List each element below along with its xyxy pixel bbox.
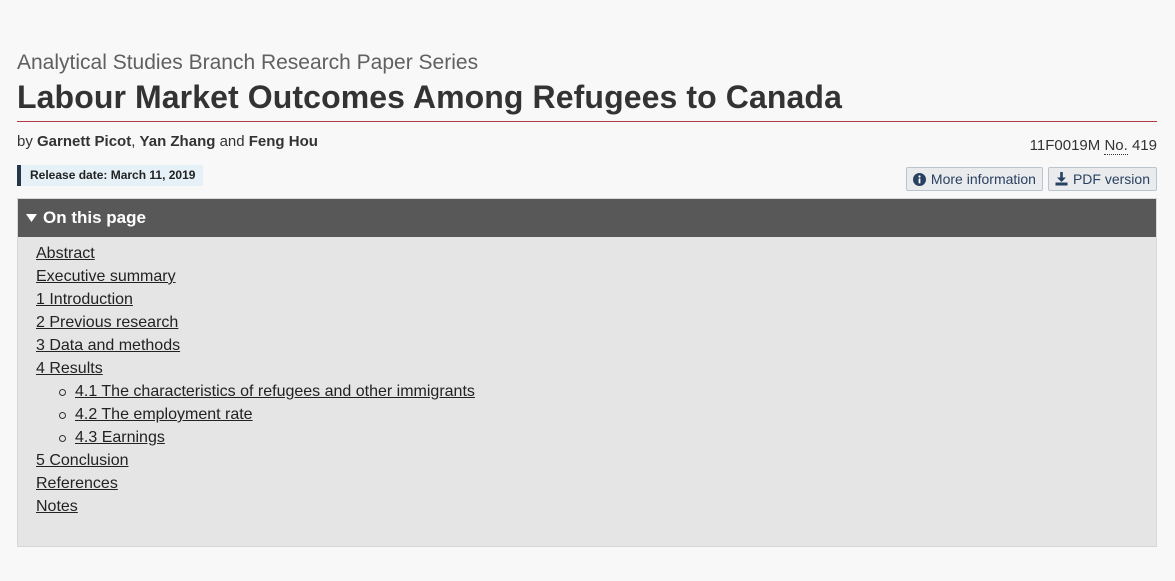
toc-link-results[interactable]: 4 Results <box>36 360 103 377</box>
catalogue-number: 11F0019M No. 419 <box>1030 136 1157 156</box>
catalogue-no-label: No. <box>1104 137 1128 155</box>
toc-sublist: 4.1 The characteristics of refugees and … <box>36 380 1156 449</box>
toc-link-data-and-methods[interactable]: 3 Data and methods <box>36 337 180 354</box>
byline-sep-2: and <box>219 133 245 150</box>
title-divider <box>17 121 1157 122</box>
toc-link-references[interactable]: References <box>36 475 118 492</box>
toc-link-characteristics[interactable]: 4.1 The characteristics of refugees and … <box>75 383 475 400</box>
triangle-down-icon <box>26 199 37 237</box>
toc-item: 3 Data and methods <box>36 334 1156 357</box>
more-information-button[interactable]: More information <box>905 167 1043 191</box>
toc-item: Abstract <box>36 242 1156 265</box>
page: Analytical Studies Branch Research Paper… <box>0 0 1175 581</box>
action-buttons: More information PDF version <box>905 167 1157 191</box>
toc-list: Abstract Executive summary 1 Introductio… <box>18 237 1156 518</box>
toc-subitem: 4.2 The employment rate <box>59 403 1156 426</box>
circle-bullet-icon <box>59 412 66 419</box>
toc-link-conclusion[interactable]: 5 Conclusion <box>36 452 129 469</box>
toc-link-earnings[interactable]: 4.3 Earnings <box>75 429 165 446</box>
toc-subitem: 4.1 The characteristics of refugees and … <box>59 380 1156 403</box>
byline-prefix: by <box>17 133 33 150</box>
circle-bullet-icon <box>59 435 66 442</box>
toc-link-executive-summary[interactable]: Executive summary <box>36 268 176 285</box>
toc-item: 5 Conclusion <box>36 449 1156 472</box>
info-circle-icon <box>912 172 926 186</box>
on-this-page-heading: On this page <box>43 208 146 227</box>
toc-link-introduction[interactable]: 1 Introduction <box>36 291 133 308</box>
author-3: Feng Hou <box>248 133 318 150</box>
toc-item: Notes <box>36 495 1156 518</box>
toc-link-employment-rate[interactable]: 4.2 The employment rate <box>75 406 253 423</box>
pdf-version-button[interactable]: PDF version <box>1047 167 1157 191</box>
download-icon <box>1055 172 1068 186</box>
toc-item: 4 Results 4.1 The characteristics of ref… <box>36 357 1156 449</box>
byline: by Garnett Picot, Yan Zhang and Feng Hou <box>17 132 318 152</box>
author-2: Yan Zhang <box>139 133 216 150</box>
more-information-label: More information <box>930 171 1036 187</box>
release-date: Release date: March 11, 2019 <box>17 165 204 186</box>
toc-subitem: 4.3 Earnings <box>59 426 1156 449</box>
toc-link-abstract[interactable]: Abstract <box>36 245 95 262</box>
pdf-version-label: PDF version <box>1072 171 1150 187</box>
page-title: Labour Market Outcomes Among Refugees to… <box>17 79 842 115</box>
circle-bullet-icon <box>59 389 66 396</box>
toc-item: References <box>36 472 1156 495</box>
on-this-page-toggle[interactable]: On this page <box>18 199 1156 237</box>
catalogue-code: 11F0019M <box>1029 137 1101 154</box>
catalogue-issue: 419 <box>1131 137 1157 154</box>
author-1: Garnett Picot <box>37 133 132 150</box>
toc-item: Executive summary <box>36 265 1156 288</box>
byline-sep-1: , <box>131 133 136 150</box>
toc-link-notes[interactable]: Notes <box>36 498 78 515</box>
toc-item: 2 Previous research <box>36 311 1156 334</box>
on-this-page-panel: On this page Abstract Executive summary … <box>17 198 1157 547</box>
toc-item: 1 Introduction <box>36 288 1156 311</box>
toc-link-previous-research[interactable]: 2 Previous research <box>36 314 178 331</box>
series-name: Analytical Studies Branch Research Paper… <box>17 51 479 74</box>
